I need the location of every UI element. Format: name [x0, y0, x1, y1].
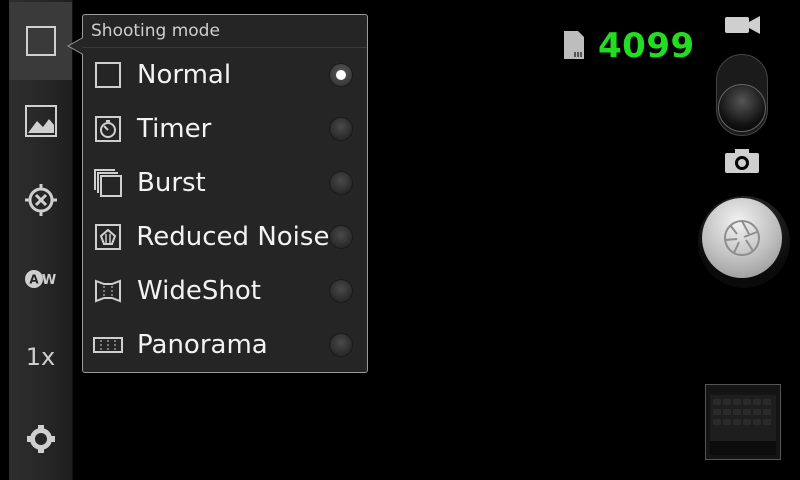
popup-title: Shooting mode — [91, 21, 220, 41]
mode-label: WideShot — [137, 276, 261, 306]
camera-icon[interactable] — [724, 148, 760, 174]
shooting-mode-popup: Shooting mode Normal Timer Burst Reduced… — [82, 14, 368, 373]
wideshot-icon — [93, 276, 123, 306]
panorama-icon — [93, 330, 123, 360]
mode-label: Timer — [137, 114, 212, 144]
mode-option-reduced-noise[interactable]: Reduced Noise — [83, 210, 367, 264]
mode-option-wideshot[interactable]: WideShot — [83, 264, 367, 318]
mode-label: Panorama — [137, 330, 268, 360]
landscape-icon — [24, 105, 57, 137]
thumbnail-image — [706, 385, 780, 459]
mode-option-normal[interactable]: Normal — [83, 48, 367, 102]
mode-label: Normal — [137, 60, 232, 90]
square-icon — [93, 60, 123, 90]
radio-unselected[interactable] — [329, 279, 353, 303]
radio-unselected[interactable] — [329, 117, 353, 141]
svg-text:W: W — [41, 273, 55, 288]
remaining-shots-counter: 4099 — [598, 26, 695, 66]
svg-text:A: A — [29, 273, 39, 287]
zoom-level: 1x — [25, 343, 56, 371]
mode-option-panorama[interactable]: Panorama — [83, 318, 367, 372]
settings-rail: A W 1x — [9, 0, 73, 480]
zoom-button[interactable]: 1x — [9, 318, 72, 396]
mode-option-timer[interactable]: Timer — [83, 102, 367, 156]
radio-unselected[interactable] — [329, 225, 353, 249]
last-photo-thumbnail[interactable] — [705, 384, 781, 460]
focus-button[interactable] — [9, 161, 72, 239]
white-balance-button[interactable]: A W — [9, 240, 72, 318]
scene-button[interactable] — [9, 82, 72, 160]
shooting-mode-button[interactable] — [9, 2, 72, 80]
mode-option-burst[interactable]: Burst — [83, 156, 367, 210]
reduced-noise-icon — [93, 222, 122, 252]
gear-icon — [26, 425, 55, 453]
focus-target-icon — [24, 184, 57, 216]
mode-label: Burst — [137, 168, 206, 198]
square-icon — [25, 26, 56, 56]
mode-label: Reduced Noise — [136, 222, 330, 252]
radio-unselected[interactable] — [329, 171, 353, 195]
settings-button[interactable] — [9, 400, 72, 478]
timer-icon — [93, 114, 123, 144]
radio-selected[interactable] — [329, 63, 353, 87]
popup-pointer-fill — [69, 38, 83, 54]
auto-wb-icon: A W — [24, 270, 56, 288]
video-camera-icon[interactable] — [724, 14, 762, 36]
shutter-icon — [724, 220, 760, 256]
burst-icon — [93, 168, 123, 198]
switch-knob[interactable] — [718, 84, 766, 132]
radio-unselected[interactable] — [329, 333, 353, 357]
shutter-button[interactable] — [702, 198, 782, 278]
sd-card-icon — [564, 31, 584, 59]
